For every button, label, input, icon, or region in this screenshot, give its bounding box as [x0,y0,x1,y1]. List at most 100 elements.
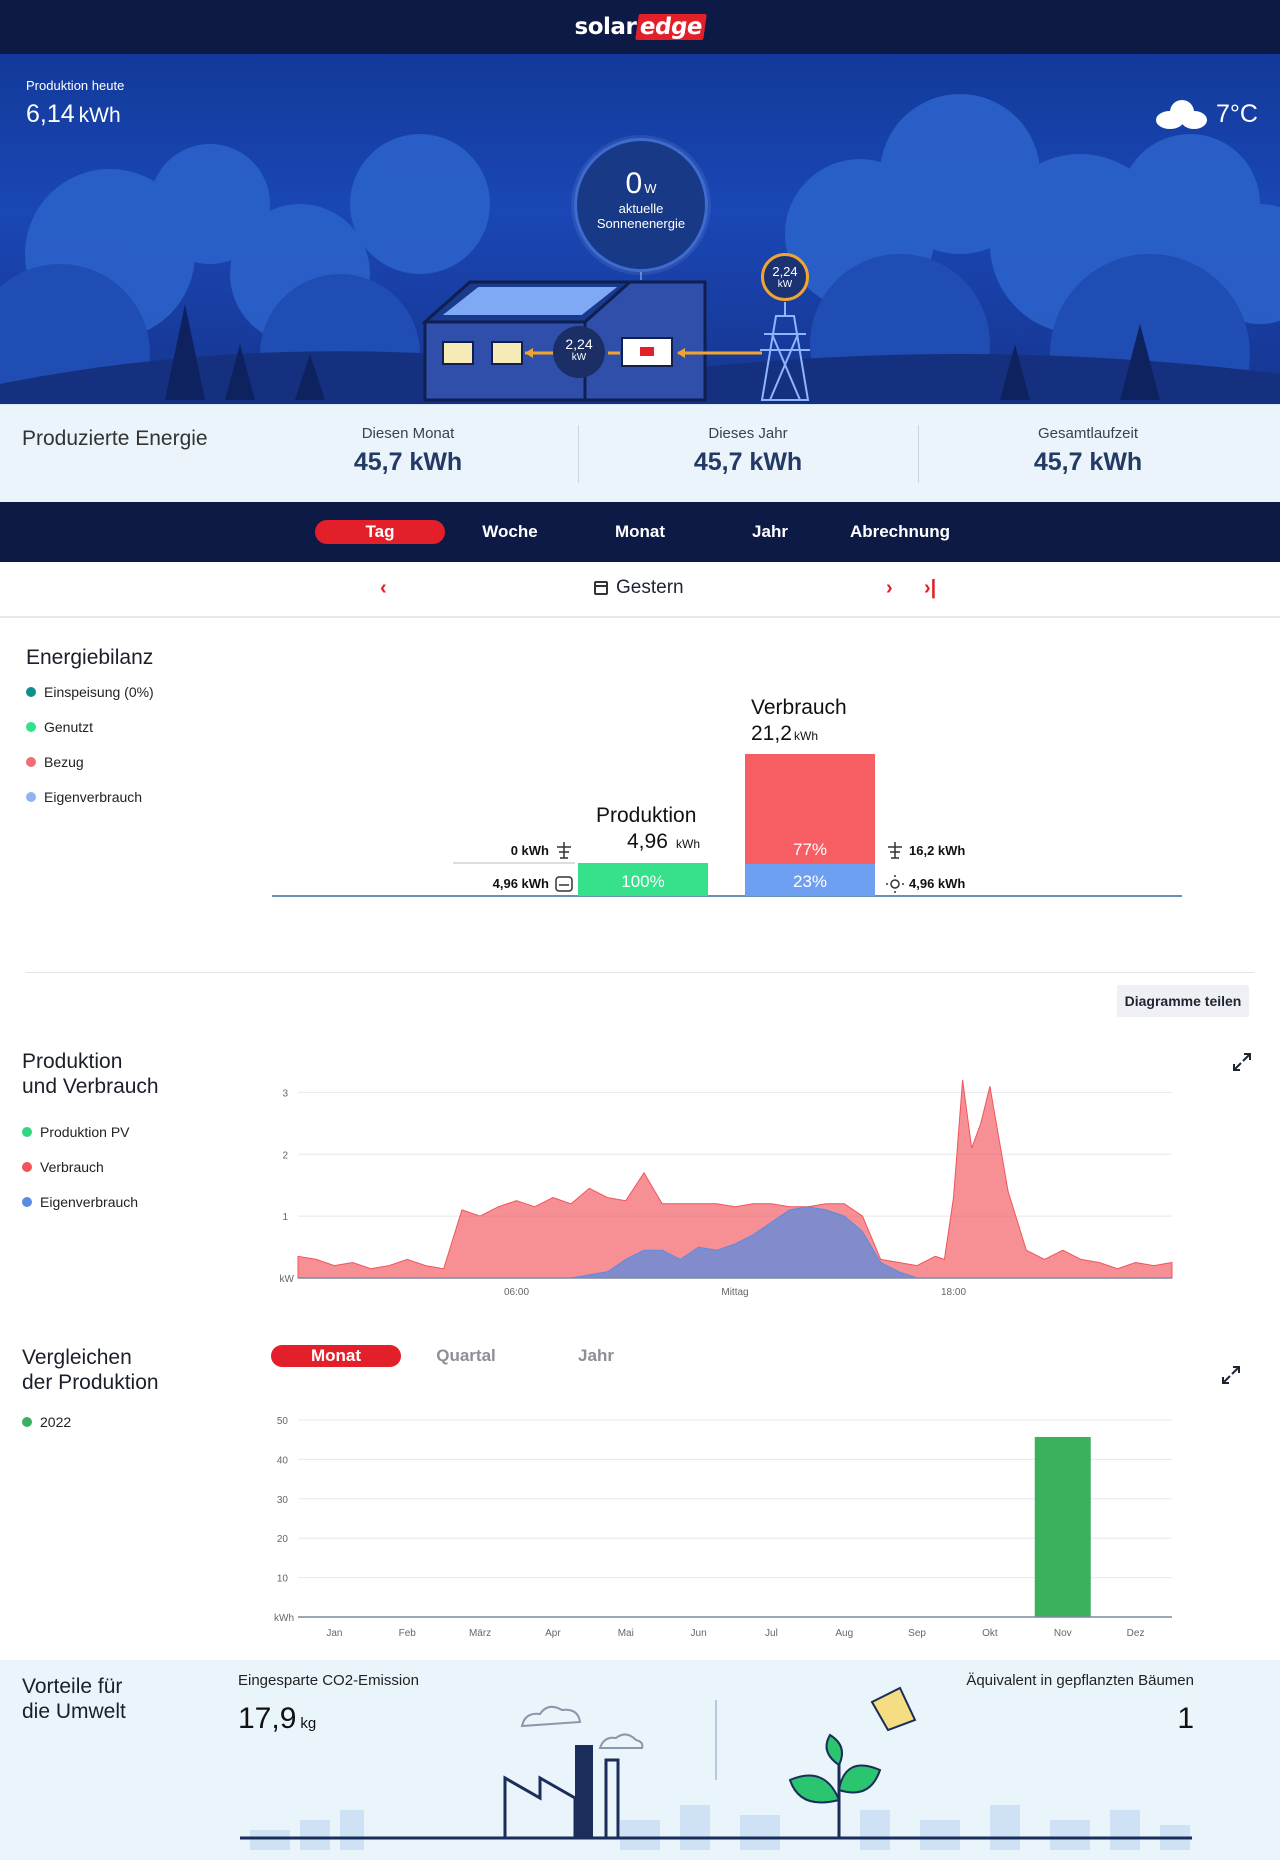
expand-icon[interactable] [1221,1365,1241,1385]
pylon-icon [888,842,902,859]
consumption-title: Verbrauch [751,696,847,719]
x-tick-label: Dez [1127,1628,1145,1639]
production-unit: kWh [676,837,700,851]
grid-flow-badge: 2,24 kW [761,253,809,301]
y-tick-label: 40 [277,1455,289,1466]
chevron-right-icon[interactable]: › [886,577,893,600]
date-label: Gestern [616,577,684,598]
factory-graphic [503,1705,644,1840]
legend-item: Produktion PV [22,1114,138,1149]
production-title: Produktion [596,804,696,827]
tab-monat[interactable]: Monat [575,520,705,544]
y-unit-label: kWh [274,1613,294,1624]
period-tabs: Tag Woche Monat Jahr Abrechnung [0,502,1280,562]
trees-label: Äquivalent in gepflanzten Bäumen [966,1672,1194,1689]
produced-year: Dieses Jahr 45,7 kWh [693,425,803,476]
current-power-unit: W [644,181,657,196]
weather-widget: 7°C [1154,98,1258,130]
current-power-label-2: Sonnenenergie [596,216,686,231]
x-tick-label: Jun [691,1628,707,1639]
y-tick-label: 10 [277,1574,289,1585]
skip-to-end-icon[interactable]: ›| [924,577,936,600]
x-tick-label: Jul [765,1628,778,1639]
x-tick-label: Sep [908,1628,926,1639]
environment-benefits-panel: Vorteile für die Umwelt Eingesparte CO2-… [0,1660,1280,1860]
y-tick-label: 30 [277,1495,289,1506]
solaredge-logo[interactable]: solar edge [574,14,708,40]
divider [578,425,579,483]
compare-tab-jahr[interactable]: Jahr [531,1345,661,1367]
chevron-left-icon[interactable]: ‹ [380,577,387,600]
legend-item: 2022 [22,1404,71,1439]
logo-edge-text: edge [635,14,708,40]
produced-energy-title: Produzierte Energie [22,427,208,450]
compare-tab-quartal[interactable]: Quartal [401,1345,531,1367]
temperature-value: 7°C [1216,99,1258,128]
compare-production-chart: 10 20 30 40 50 kWh Jan Feb März Apr Mai Jun Jul Aug Se… [274,1416,1172,1639]
tab-jahr[interactable]: Jahr [705,520,835,544]
tab-abrechnung[interactable]: Abrechnung [835,520,965,544]
produced-energy-panel: Produzierte Energie Diesen Monat 45,7 kW… [0,404,1280,502]
x-tick-label: Aug [835,1628,853,1639]
environment-illustration [240,1686,1192,1850]
y-tick-label: 3 [282,1088,288,1099]
expand-icon[interactable] [1232,1052,1252,1072]
x-tick-label: Okt [982,1628,998,1639]
energy-balance-title: Energiebilanz [26,646,154,669]
prodcons-title: Produktion und Verbrauch [22,1050,159,1098]
y-tick-label: 2 [282,1150,288,1161]
app-header: solar edge [0,0,1280,54]
x-tick-label: Mai [618,1628,634,1639]
house-flow-badge: 2,24 kW [553,326,605,378]
date-picker[interactable]: Gestern [594,577,684,599]
energy-balance-chart: 100% Produktion 4,96 kWh 77% 23% Verbrau… [272,696,1182,897]
production-today-value: 6,14 kWh [26,100,121,128]
x-tick-label: Apr [545,1628,561,1639]
y-tick-label: 50 [277,1416,289,1427]
bar-nov [1034,1436,1091,1617]
consumption-self-pct: 23% [793,872,827,891]
production-pct-label: 100% [621,872,664,891]
consumption-unit: kWh [794,729,818,743]
share-charts-button[interactable]: Diagramme teilen [1117,985,1249,1017]
section-divider [26,972,1254,973]
pylon-icon [557,842,571,859]
x-tick-label: Nov [1054,1628,1072,1639]
x-tick-label: Mittag [721,1287,748,1298]
x-tick-label: 18:00 [941,1287,966,1298]
trees-value: 1 [1177,1702,1194,1735]
self-label: 4,96 kWh [909,876,965,891]
export-label: 0 kWh [511,843,549,858]
x-tick-label: 06:00 [504,1287,529,1298]
y-unit-label: kW [280,1274,295,1285]
legend-item: Verbrauch [22,1149,138,1184]
tab-tag[interactable]: Tag [315,520,445,544]
x-tick-label: Feb [399,1628,417,1639]
production-consumption-chart: 1 2 3 kW 06:00 Mittag 18:00 [280,1079,1173,1298]
sun-icon [886,875,904,893]
produced-month: Diesen Monat 45,7 kWh [353,425,463,476]
co2-label: Eingesparte CO2-Emission [238,1672,419,1689]
compare-legend: 2022 [22,1404,71,1439]
consumption-import-pct: 77% [793,840,827,859]
compare-tab-monat[interactable]: Monat [271,1345,401,1367]
consumption-value: 21,2 [751,722,792,745]
date-navigation: ‹ Gestern › ›| [0,562,1280,618]
plant-graphic [788,1686,917,1838]
calendar-icon [594,581,608,595]
current-power-value: 0 [625,167,643,200]
site-hero: Produktion heute 6,14 kWh 7°C 0W aktuelle… [0,54,1280,404]
current-power-label: aktuelle [618,201,664,216]
environment-title: Vorteile für die Umwelt [22,1675,126,1723]
logo-solar-text: solar [574,14,637,40]
y-tick-label: 20 [277,1534,289,1545]
legend-item: Eigenverbrauch [22,1184,138,1219]
tab-woche[interactable]: Woche [445,520,575,544]
compare-title: Vergleichen der Produktion [22,1346,159,1394]
x-tick-label: März [469,1628,491,1639]
current-power-circle[interactable]: 0W aktuelle Sonnenenergie [574,138,708,272]
production-today-label: Produktion heute [26,78,125,93]
co2-value: 17,9 kg [238,1702,317,1735]
used-label: 4,96 kWh [493,876,549,891]
divider [918,425,919,483]
